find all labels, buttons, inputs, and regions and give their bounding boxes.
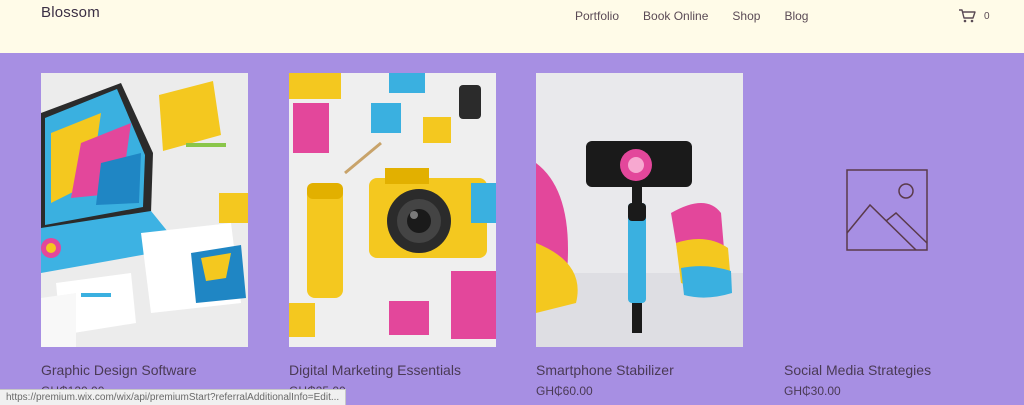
product-image-camera[interactable] — [289, 73, 496, 347]
product-name[interactable]: Digital Marketing Essentials — [289, 362, 461, 378]
site-header: Blossom Portfolio Book Online Shop Blog … — [0, 0, 1024, 53]
product-price: GH₵60.00 — [536, 384, 593, 398]
site-logo[interactable]: Blossom — [41, 4, 100, 21]
product-card[interactable]: Digital Marketing Essentials GH₵25.00 — [289, 73, 496, 398]
product-card[interactable]: Smartphone Stabilizer GH₵60.00 — [536, 73, 743, 398]
main-nav: Portfolio Book Online Shop Blog — [575, 9, 832, 23]
product-name[interactable]: Smartphone Stabilizer — [536, 362, 674, 378]
product-name[interactable]: Graphic Design Software — [41, 362, 197, 378]
nav-shop[interactable]: Shop — [732, 9, 760, 23]
product-card[interactable]: Social Media Strategies GH₵30.00 — [784, 73, 991, 398]
product-image-stabilizer[interactable] — [536, 73, 743, 347]
product-image-laptop[interactable] — [41, 73, 248, 347]
product-name[interactable]: Social Media Strategies — [784, 362, 931, 378]
product-card[interactable]: Graphic Design Software GH₵120.00 — [41, 73, 248, 398]
cart-count: 0 — [984, 10, 990, 22]
product-image-placeholder[interactable] — [784, 73, 991, 347]
nav-book-online[interactable]: Book Online — [643, 9, 708, 23]
cart-icon — [959, 9, 976, 23]
nav-portfolio[interactable]: Portfolio — [575, 9, 619, 23]
cart-button[interactable]: 0 — [958, 8, 990, 24]
nav-blog[interactable]: Blog — [784, 9, 808, 23]
browser-status-bar: https://premium.wix.com/wix/api/premiumS… — [0, 389, 347, 405]
image-placeholder-icon — [846, 169, 928, 251]
product-price: GH₵30.00 — [784, 384, 841, 398]
